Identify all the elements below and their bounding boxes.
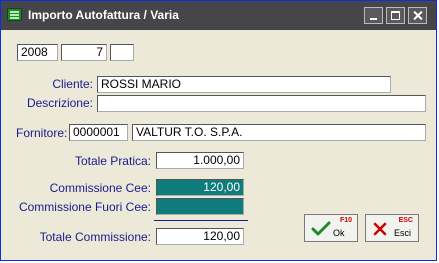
minimize-button[interactable] <box>364 7 383 24</box>
extra-field[interactable] <box>110 44 134 61</box>
fornitore-code-field[interactable]: 0000001 <box>69 124 128 141</box>
commissione-fuori-cee-label: Commissione Fuori Cee: <box>18 200 151 214</box>
totale-pratica-label: Totale Pratica: <box>74 154 151 168</box>
close-button[interactable] <box>408 7 427 24</box>
year-field[interactable]: 2008 <box>17 44 58 61</box>
title-bar[interactable]: Importo Autofattura / Varia <box>1 1 436 30</box>
fornitore-name-field[interactable]: VALTUR T.O. S.P.A. <box>132 124 426 141</box>
check-icon <box>311 221 331 236</box>
x-icon <box>373 222 387 236</box>
commissione-cee-field[interactable]: 120,00 <box>156 179 244 196</box>
ok-shortcut-key: F10 <box>339 217 352 224</box>
totale-commissione-field[interactable]: 120,00 <box>156 228 244 245</box>
ok-button-label: Ok <box>333 228 345 238</box>
descrizione-label: Descrizione: <box>26 96 93 110</box>
totale-pratica-field[interactable]: 1.000,00 <box>156 152 244 169</box>
cliente-label: Cliente: <box>52 77 93 91</box>
ok-button[interactable]: F10 Ok <box>304 214 358 242</box>
app-form-icon <box>7 8 22 21</box>
descrizione-field[interactable] <box>97 95 426 112</box>
totale-commissione-label: Totale Commissione: <box>39 230 151 244</box>
cliente-field[interactable]: ROSSI MARIO <box>97 76 391 93</box>
number-field[interactable]: 7 <box>61 44 107 61</box>
window-title: Importo Autofattura / Varia <box>28 8 179 22</box>
commissione-fuori-cee-field[interactable] <box>156 198 244 215</box>
fornitore-label: Fornitore: <box>16 126 68 140</box>
esci-button[interactable]: ESC Esci <box>365 214 419 242</box>
esci-shortcut-key: ESC <box>398 217 413 224</box>
esci-button-label: Esci <box>394 228 412 238</box>
maximize-button[interactable] <box>386 7 405 24</box>
total-separator-line <box>154 220 248 221</box>
dialog-window: Importo Autofattura / Varia 2008 7 Clien… <box>0 0 437 261</box>
commissione-cee-label: Commissione Cee: <box>49 181 151 195</box>
